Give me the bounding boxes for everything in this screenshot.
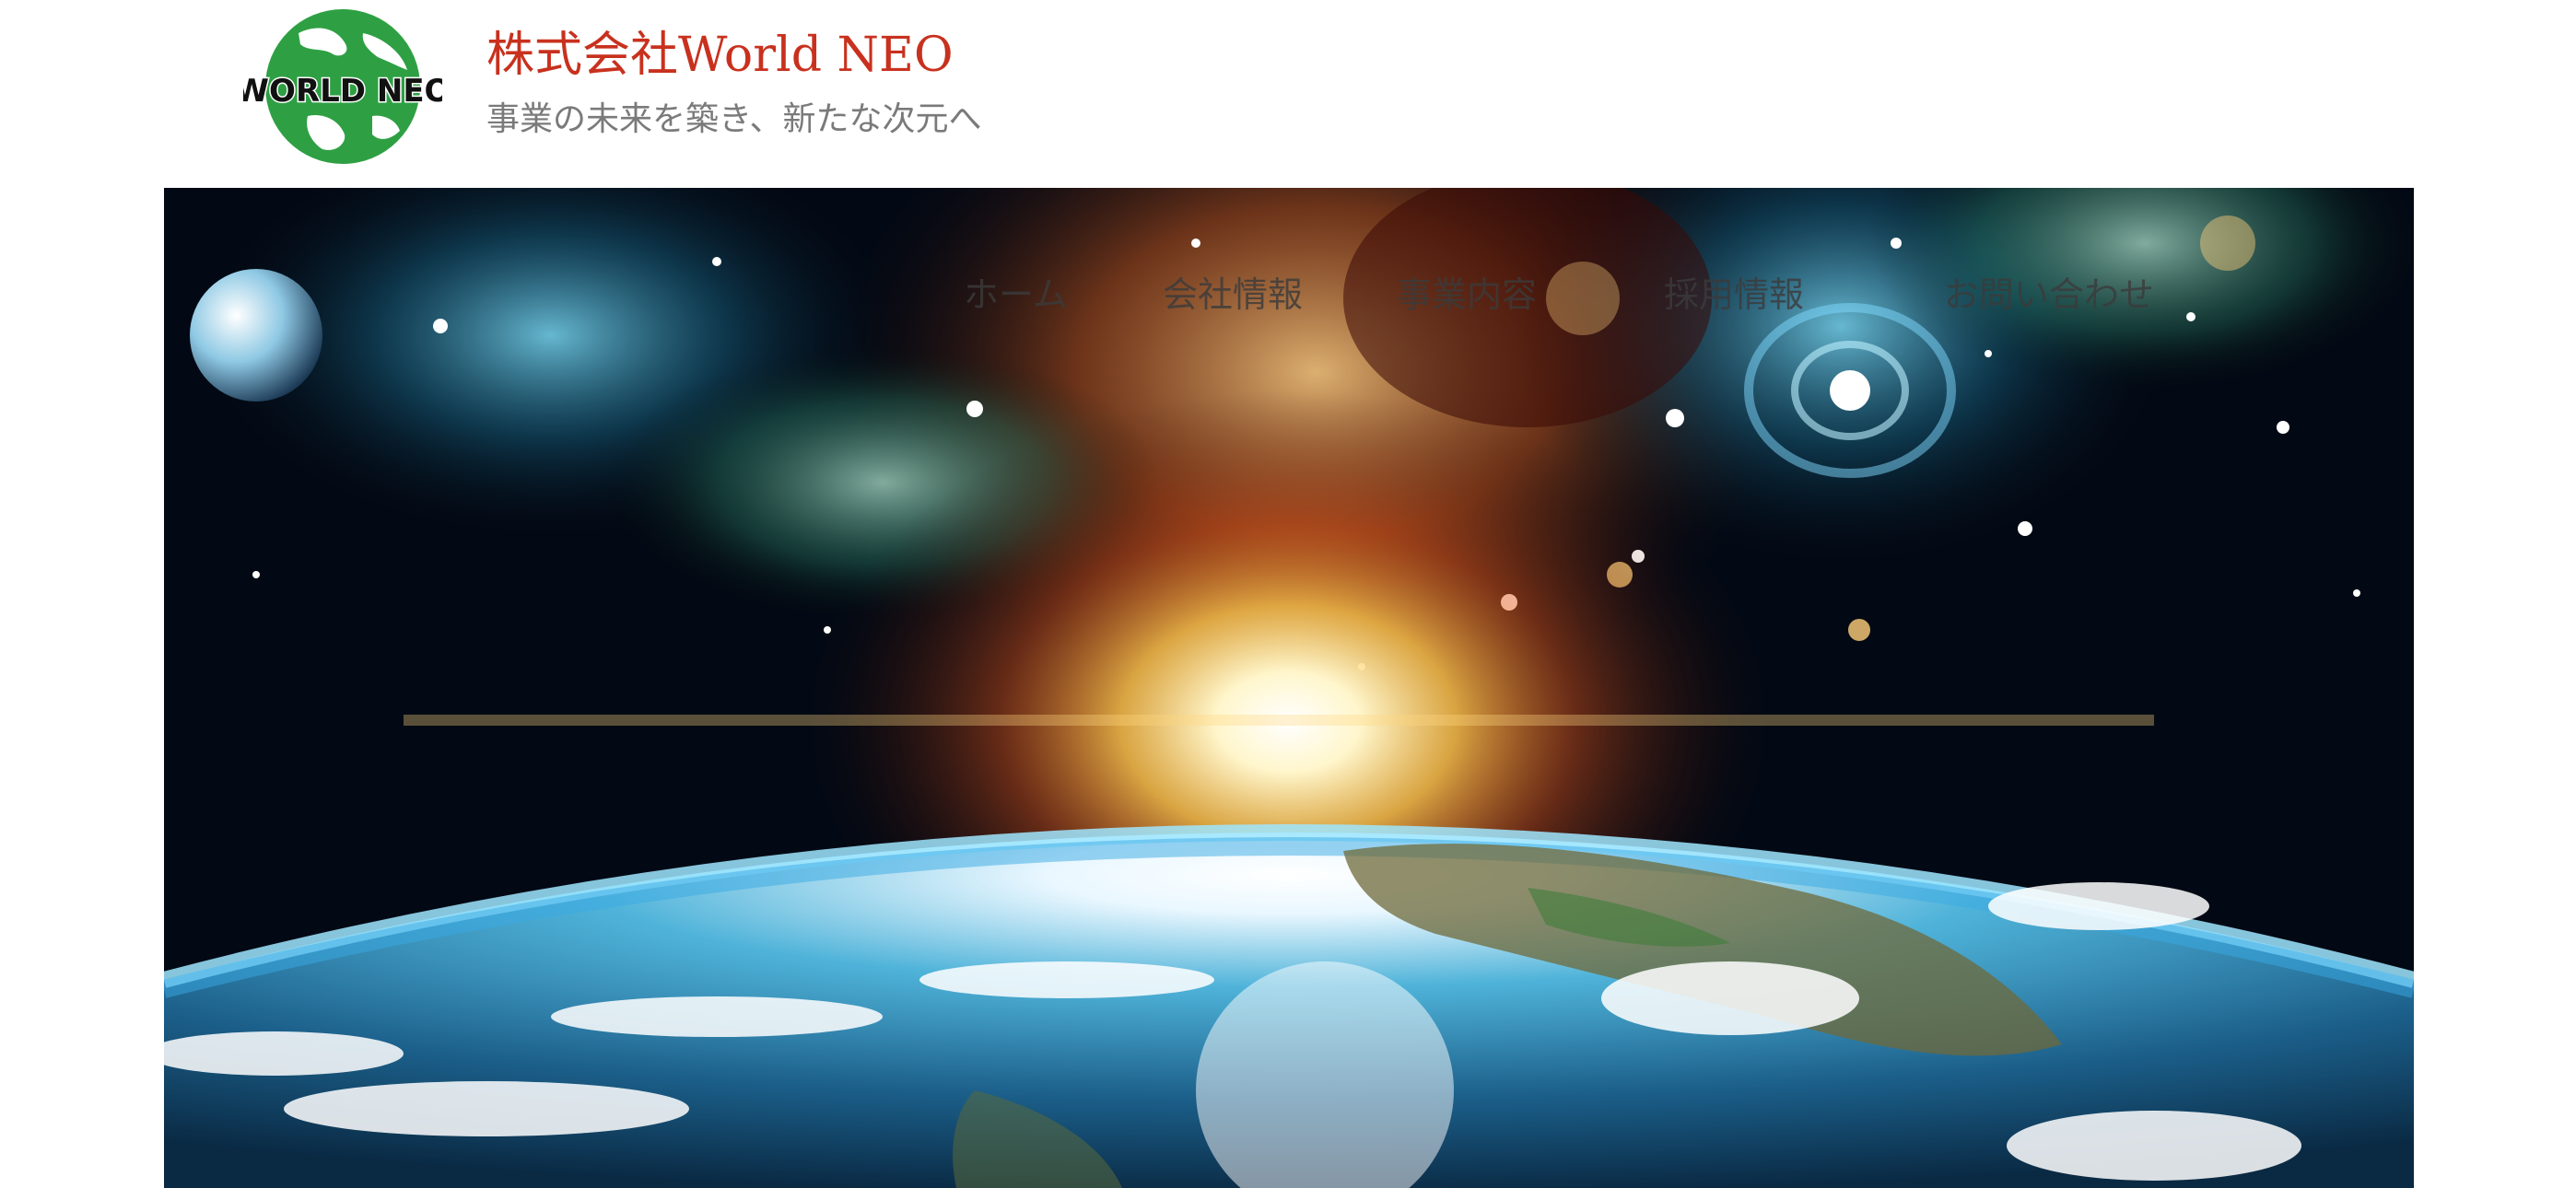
site-title[interactable]: 株式会社World NEO xyxy=(486,22,981,88)
main-navigation: ホーム 会社情報 事業内容 採用情報 お問い合わせ xyxy=(164,267,2414,322)
nav-item-business[interactable]: 事業内容 xyxy=(1397,267,1537,322)
nav-item-recruit[interactable]: 採用情報 xyxy=(1664,267,1804,322)
site-tagline: 事業の未来を築き、新たな次元へ xyxy=(486,100,982,138)
hero-image: ホーム 会社情報 事業内容 採用情報 お問い合わせ xyxy=(164,188,2414,1188)
svg-text:WORLD NEO: WORLD NEO xyxy=(243,73,442,110)
nav-item-contact[interactable]: お問い合わせ xyxy=(1944,267,2154,322)
world-neo-logo[interactable]: WORLD NEO xyxy=(243,6,442,168)
nav-item-home[interactable]: ホーム xyxy=(964,267,1068,322)
nav-item-company[interactable]: 会社情報 xyxy=(1163,267,1303,322)
globe-logo-icon: WORLD NEO xyxy=(243,9,442,164)
space-earth-illustration xyxy=(164,188,2414,1188)
brand-block: 株式会社World NEO 事業の未来を築き、新たな次元へ xyxy=(486,22,981,146)
site-header: WORLD NEO 株式会社World NEO 事業の未来を築き、新たな次元へ xyxy=(0,0,2576,188)
